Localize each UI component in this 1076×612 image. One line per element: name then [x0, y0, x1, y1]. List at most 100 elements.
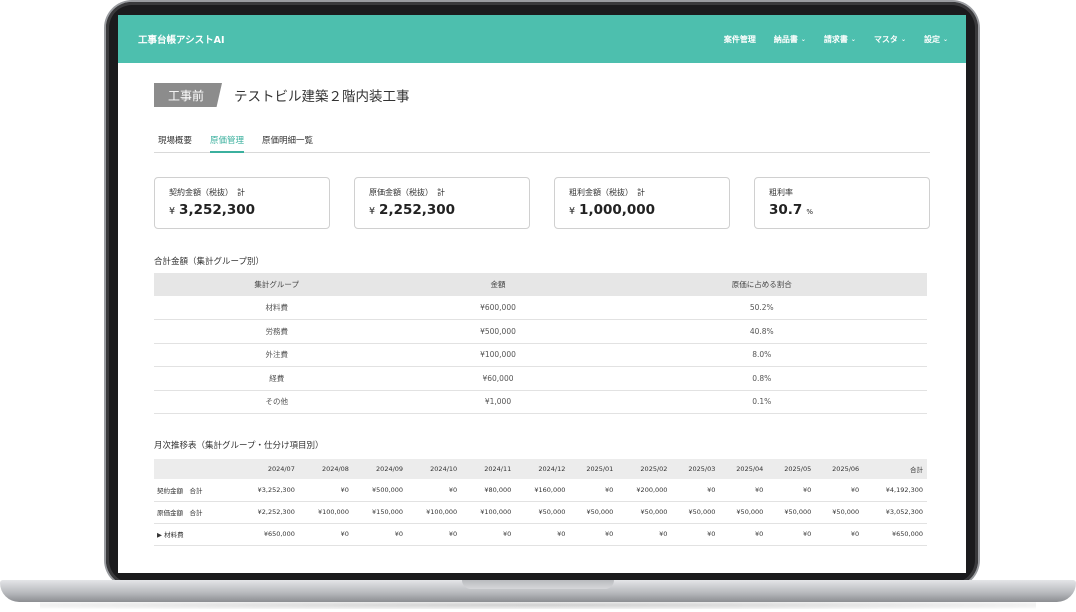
table-cell: 外注費 [154, 343, 400, 367]
table-cell: ¥500,000 [352, 479, 408, 502]
table-cell: ¥1,000 [399, 390, 597, 414]
table-row: 外注費 ¥100,000 8.0% [154, 343, 927, 367]
table-row: その他 ¥1,000 0.1% [154, 390, 927, 414]
table-cell: 経費 [154, 366, 400, 391]
row-label: ▶ 材料費 [154, 523, 236, 546]
table-cell: ¥50,000 [569, 501, 618, 524]
table-cell: ¥0 [461, 523, 516, 546]
table-cell: ¥0 [815, 523, 864, 546]
tab-2[interactable]: 原価明細一覧 [262, 131, 313, 153]
row-label: 契約金額 合計 [154, 479, 236, 502]
summary-card-value: 30.7% [769, 202, 915, 218]
nav-item-1[interactable]: 納品書 ⌄ [774, 34, 806, 45]
table-cell: ¥0 [617, 523, 672, 546]
nav-item-2[interactable]: 請求書 ⌄ [824, 34, 856, 45]
table-cell: ¥50,000 [671, 501, 720, 524]
table-cell: ¥150,000 [352, 501, 408, 524]
nav-item-label: 設定 [923, 34, 940, 44]
table-row: 材料費 ¥600,000 50.2% [154, 296, 927, 320]
column-header: 2025/04 [719, 459, 768, 479]
chevron-down-icon: ⌄ [850, 35, 856, 43]
column-header: 2025/03 [671, 459, 720, 479]
table-cell: 40.8% [596, 319, 927, 344]
table-cell: ¥0 [719, 479, 768, 502]
column-header [154, 459, 236, 479]
monthly-table: 2024/07 2024/08 2024/09 2024/10 2024/11 2024/… [154, 459, 927, 546]
table-cell: 0.8% [596, 366, 927, 391]
currency-symbol: ¥ [569, 206, 576, 217]
currency-symbol: ¥ [169, 206, 176, 217]
table-cell: その他 [154, 390, 400, 414]
app-title[interactable]: 工事台帳アシストAI [138, 32, 225, 46]
table-row: 原価金額 合計 ¥2,252,300 ¥100,000 ¥150,000 ¥100,00… [154, 501, 927, 524]
table-cell: ¥0 [767, 523, 816, 546]
table-cell: ¥100,000 [399, 343, 597, 367]
laptop-shadow [40, 601, 1036, 609]
nav-item-label: マスタ [873, 34, 898, 44]
table-cell: ¥100,000 [407, 501, 462, 524]
table-row: 契約金額 合計 ¥3,252,300 ¥0 ¥500,000 ¥0 ¥80,000 ¥160… [154, 479, 927, 502]
table-cell: ¥50,000 [815, 501, 864, 524]
laptop-notch [462, 580, 614, 589]
row-label: 原価金額 合計 [154, 501, 236, 524]
summary-card: 契約金額（税抜） 計 ¥3,252,300 [154, 177, 330, 229]
title-row: 工事前 テストビル建築２階内装工事 [154, 83, 410, 107]
status-badge: 工事前 [154, 83, 222, 107]
table-cell: ¥0 [407, 523, 462, 546]
table-cell: ¥0 [407, 479, 462, 502]
nav-item-label: 案件管理 [723, 34, 756, 44]
column-header: 集計グループ [154, 273, 400, 296]
summary-card-label: 原価金額（税抜） 計 [369, 188, 445, 197]
chevron-down-icon: ⌄ [900, 35, 906, 43]
table-cell: ¥4,192,300 [863, 479, 927, 502]
tab-0[interactable]: 現場概要 [158, 131, 192, 153]
table-cell: ¥600,000 [399, 296, 597, 320]
table-cell: ¥60,000 [399, 366, 597, 391]
summary-card: 粗利率 30.7% [754, 177, 930, 229]
laptop-screen: 工事台帳アシストAI 案件管理 納品書 ⌄ 請求書 ⌄ マスタ ⌄ 設定 ⌄ 工事前 テストビル… [118, 15, 966, 573]
nav-item-4[interactable]: 設定 ⌄ [924, 34, 948, 45]
table-row: 経費 ¥60,000 0.8% [154, 366, 927, 391]
table-cell: ¥50,000 [617, 501, 672, 524]
nav-item-label: 請求書 [823, 34, 848, 44]
summary-card-value: ¥3,252,300 [169, 202, 315, 218]
table-cell: ¥0 [719, 523, 768, 546]
column-header: 2024/12 [515, 459, 570, 479]
table-cell: 50.2% [596, 296, 927, 320]
app-header: 工事台帳アシストAI 案件管理 納品書 ⌄ 請求書 ⌄ マスタ ⌄ 設定 ⌄ [118, 15, 966, 63]
column-header: 2024/09 [352, 459, 408, 479]
totals-table: 集計グループ 金額 原価に占める割合 材料費 ¥600,000 50.2% 労務費 ¥500… [154, 273, 927, 414]
nav-item-3[interactable]: マスタ ⌄ [874, 34, 906, 45]
table-row[interactable]: ▶ 材料費 ¥650,000 ¥0 ¥0 ¥0 ¥0 ¥0 ¥0 ¥0 ¥0 ¥0 ¥0 ¥0 ¥650,… [154, 523, 927, 546]
summary-card-amount: 2,252,300 [379, 202, 456, 218]
nav-item-0[interactable]: 案件管理 [724, 34, 756, 45]
table-cell: ¥650,000 [235, 523, 299, 546]
column-header: 2025/02 [617, 459, 672, 479]
table-cell: ¥3,052,300 [863, 501, 927, 524]
column-header: 2025/01 [569, 459, 618, 479]
column-header: 2024/08 [298, 459, 353, 479]
table-cell: 8.0% [596, 343, 927, 367]
column-header: 2024/10 [407, 459, 462, 479]
table-cell: ¥0 [298, 479, 353, 502]
totals-section-title: 合計金額（集計グループ別） [154, 257, 264, 267]
table-cell: ¥0 [569, 523, 618, 546]
summary-card-value: ¥1,000,000 [569, 202, 715, 218]
table-cell: ¥0 [767, 479, 816, 502]
summary-card-amount: 1,000,000 [579, 202, 656, 218]
summary-card-label: 粗利率 [769, 188, 793, 197]
summary-card-unit: % [806, 208, 813, 216]
tab-1[interactable]: 原価管理 [210, 131, 245, 153]
table-cell: ¥80,000 [461, 479, 516, 502]
table-cell: 材料費 [154, 296, 400, 320]
table-cell: ¥50,000 [515, 501, 570, 524]
table-cell: ¥100,000 [298, 501, 353, 524]
table-cell: ¥200,000 [617, 479, 672, 502]
summary-card-label: 契約金額（税抜） 計 [169, 188, 245, 197]
table-cell: 労務費 [154, 319, 400, 344]
table-cell: ¥0 [352, 523, 408, 546]
monthly-section-title: 月次推移表（集計グループ・仕分け項目別） [154, 441, 324, 451]
table-cell: ¥100,000 [461, 501, 516, 524]
column-header: 2025/05 [767, 459, 816, 479]
summary-card-label: 粗利金額（税抜） 計 [569, 188, 645, 197]
